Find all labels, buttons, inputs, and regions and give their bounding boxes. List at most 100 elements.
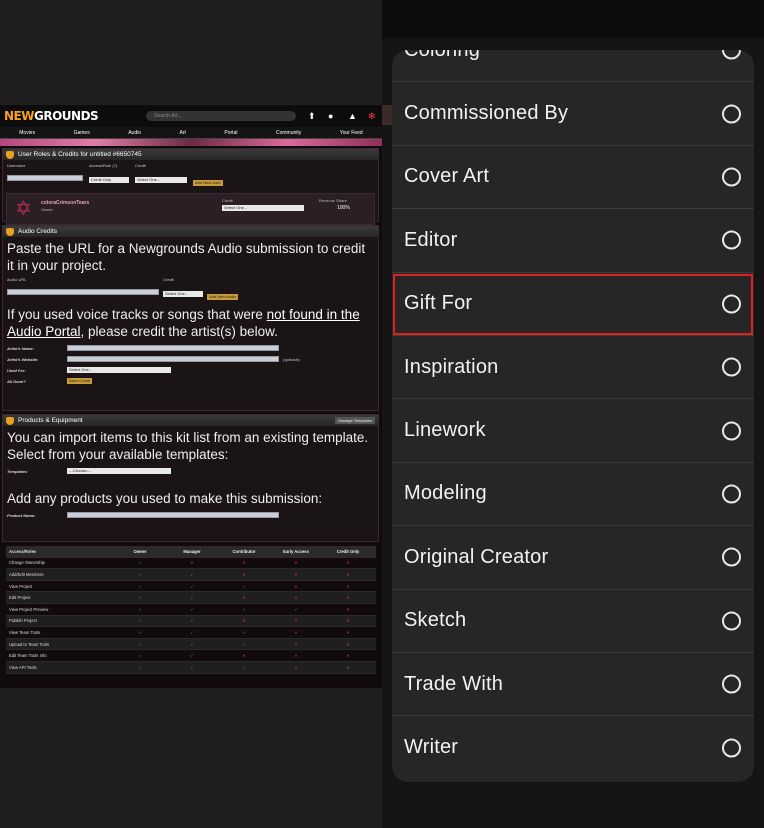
radio-button-icon[interactable] — [722, 167, 741, 187]
option-original-creator[interactable]: Original Creator — [392, 526, 754, 590]
option-writer[interactable]: Writer — [392, 716, 754, 779]
ng-nav-bar: Movies Games Audio Art Portal Community Your F… — [0, 127, 382, 139]
option-gift-for[interactable]: Gift For — [392, 273, 754, 336]
radio-button-icon[interactable] — [722, 421, 741, 441]
nav-item-audio[interactable]: Audio — [128, 130, 141, 136]
cross-icon: ✕ — [294, 629, 298, 635]
nav-item-art[interactable]: Art — [180, 130, 186, 136]
templates-row: Templates: ---Choose--- — [7, 468, 374, 474]
feed-icon[interactable]: ▲ — [348, 111, 358, 121]
table-row-label: Edit Project — [9, 595, 31, 601]
option-sketch[interactable]: Sketch — [392, 590, 754, 653]
owner-name[interactable]: coloraCrimsonTears — [41, 200, 89, 206]
nav-item-community[interactable]: Community — [276, 130, 301, 136]
check-icon: ✓ — [294, 606, 298, 612]
check-icon: ✓ — [138, 595, 142, 601]
product-name-row: Product Name: — [7, 512, 374, 518]
save-credit-button[interactable]: Save Credit — [67, 378, 92, 384]
audio-intro: Paste the URL for a Newgrounds Audio sub… — [7, 241, 366, 273]
artist-name-label: Artist's Name: — [7, 345, 34, 351]
cross-icon: ✕ — [346, 606, 350, 612]
audio-credit-select[interactable]: Select One... — [163, 291, 203, 297]
add-user-button[interactable]: Add New User — [193, 180, 223, 186]
settings-icon[interactable]: ✻ — [368, 111, 378, 121]
nav-item-portal[interactable]: Portal — [224, 130, 237, 136]
radio-button-icon[interactable] — [722, 611, 741, 631]
cross-icon: ✕ — [346, 571, 350, 577]
access-select[interactable]: Credit Only — [89, 177, 129, 183]
option-label: Inspiration — [404, 355, 499, 378]
option-modeling[interactable]: Modeling — [392, 463, 754, 527]
product-name-input[interactable] — [67, 512, 279, 518]
nav-item-movies[interactable]: Movies — [19, 130, 35, 136]
templates-select[interactable]: ---Choose--- — [67, 468, 171, 474]
ng-banner — [0, 139, 382, 146]
check-icon: ✓ — [138, 606, 142, 612]
option-label: Coloring — [404, 50, 480, 62]
upload-icon[interactable]: ⬆ — [308, 111, 318, 121]
add-audio-button[interactable]: Add New Audio — [207, 294, 239, 300]
audio-credit-label: Credit — [163, 277, 174, 282]
audio-url-input[interactable] — [7, 289, 159, 295]
owner-credit-select[interactable]: Select One... — [222, 205, 304, 211]
products-body: You can import items to this kit list fr… — [3, 426, 378, 526]
credit-select[interactable]: Select One... — [135, 177, 187, 183]
roles-section-header: User Roles & Credits for untitled #66507… — [3, 149, 378, 160]
table-row-label: Upload to Team Tools — [9, 641, 50, 647]
cross-icon: ✕ — [242, 560, 246, 566]
cross-icon: ✕ — [346, 618, 350, 624]
newgrounds-page: NEWGROUNDS Search Art... ⬆ ● ▲ ✻ Movies G… — [0, 105, 382, 688]
nav-item-games[interactable]: Games — [74, 130, 90, 136]
radio-button-icon[interactable] — [722, 104, 741, 124]
audio-url-group: Audio URL — [7, 277, 159, 300]
nav-item-your-feed[interactable]: Your Feed — [340, 130, 363, 136]
artist-site-row: Artist's Website: (optional) — [7, 356, 374, 362]
option-coloring[interactable]: Coloring — [392, 50, 754, 83]
artist-site-input[interactable] — [67, 356, 279, 362]
manage-templates-button[interactable]: Manage Templates — [335, 417, 375, 424]
radio-button-icon[interactable] — [722, 294, 741, 314]
table-row-label: View Project — [9, 583, 33, 589]
artist-name-input[interactable] — [67, 345, 279, 351]
radio-button-icon[interactable] — [722, 50, 741, 60]
audio-section-header: Audio Credits — [3, 226, 378, 237]
table-row-label: Edit Team Tools Info — [9, 653, 47, 659]
used-for-select[interactable]: Select One... — [67, 367, 171, 373]
cross-icon: ✕ — [294, 583, 298, 589]
username-input[interactable] — [7, 175, 83, 181]
products-section-header: Products & Equipment Manage Templates — [3, 415, 378, 426]
table-row-label: Publish Project — [9, 618, 37, 624]
revenue-value: 100% — [337, 205, 350, 211]
check-icon: ✓ — [242, 664, 246, 670]
cross-icon: ✕ — [294, 571, 298, 577]
radio-button-icon[interactable] — [722, 547, 741, 567]
radio-button-icon[interactable] — [722, 357, 741, 377]
optional-label: (optional) — [283, 356, 300, 362]
check-icon: ✓ — [190, 571, 194, 577]
notifications-icon[interactable]: ● — [328, 111, 338, 121]
access-label: Access/Role (?) — [89, 163, 118, 168]
ng-search-input[interactable]: Search Art... — [146, 111, 297, 121]
cross-icon: ✕ — [294, 560, 298, 566]
option-trade-with[interactable]: Trade With — [392, 653, 754, 717]
ng-logo[interactable]: NEWGROUNDS — [4, 109, 99, 123]
option-cover-art[interactable]: Cover Art — [392, 146, 754, 210]
option-inspiration[interactable]: Inspiration — [392, 336, 754, 400]
artist-site-label: Artist's Website: — [7, 356, 39, 362]
radio-button-icon[interactable] — [722, 674, 741, 694]
radio-button-icon[interactable] — [722, 484, 741, 504]
radio-button-icon[interactable] — [722, 230, 741, 250]
cross-icon: ✕ — [242, 618, 246, 624]
radio-button-icon[interactable] — [722, 738, 741, 758]
check-icon: ✓ — [242, 641, 246, 647]
option-linework[interactable]: Linework — [392, 399, 754, 463]
audio-url-label: Audio URL — [7, 277, 27, 282]
cross-icon: ✕ — [294, 595, 298, 601]
table-row-label: Change Ownership — [9, 560, 45, 566]
check-icon: ✓ — [190, 583, 194, 589]
background-peek — [382, 105, 392, 125]
option-editor[interactable]: Editor — [392, 209, 754, 273]
cross-icon: ✕ — [294, 641, 298, 647]
artist-name-row: Artist's Name: — [7, 345, 374, 351]
option-commissioned-by[interactable]: Commissioned By — [392, 82, 754, 146]
